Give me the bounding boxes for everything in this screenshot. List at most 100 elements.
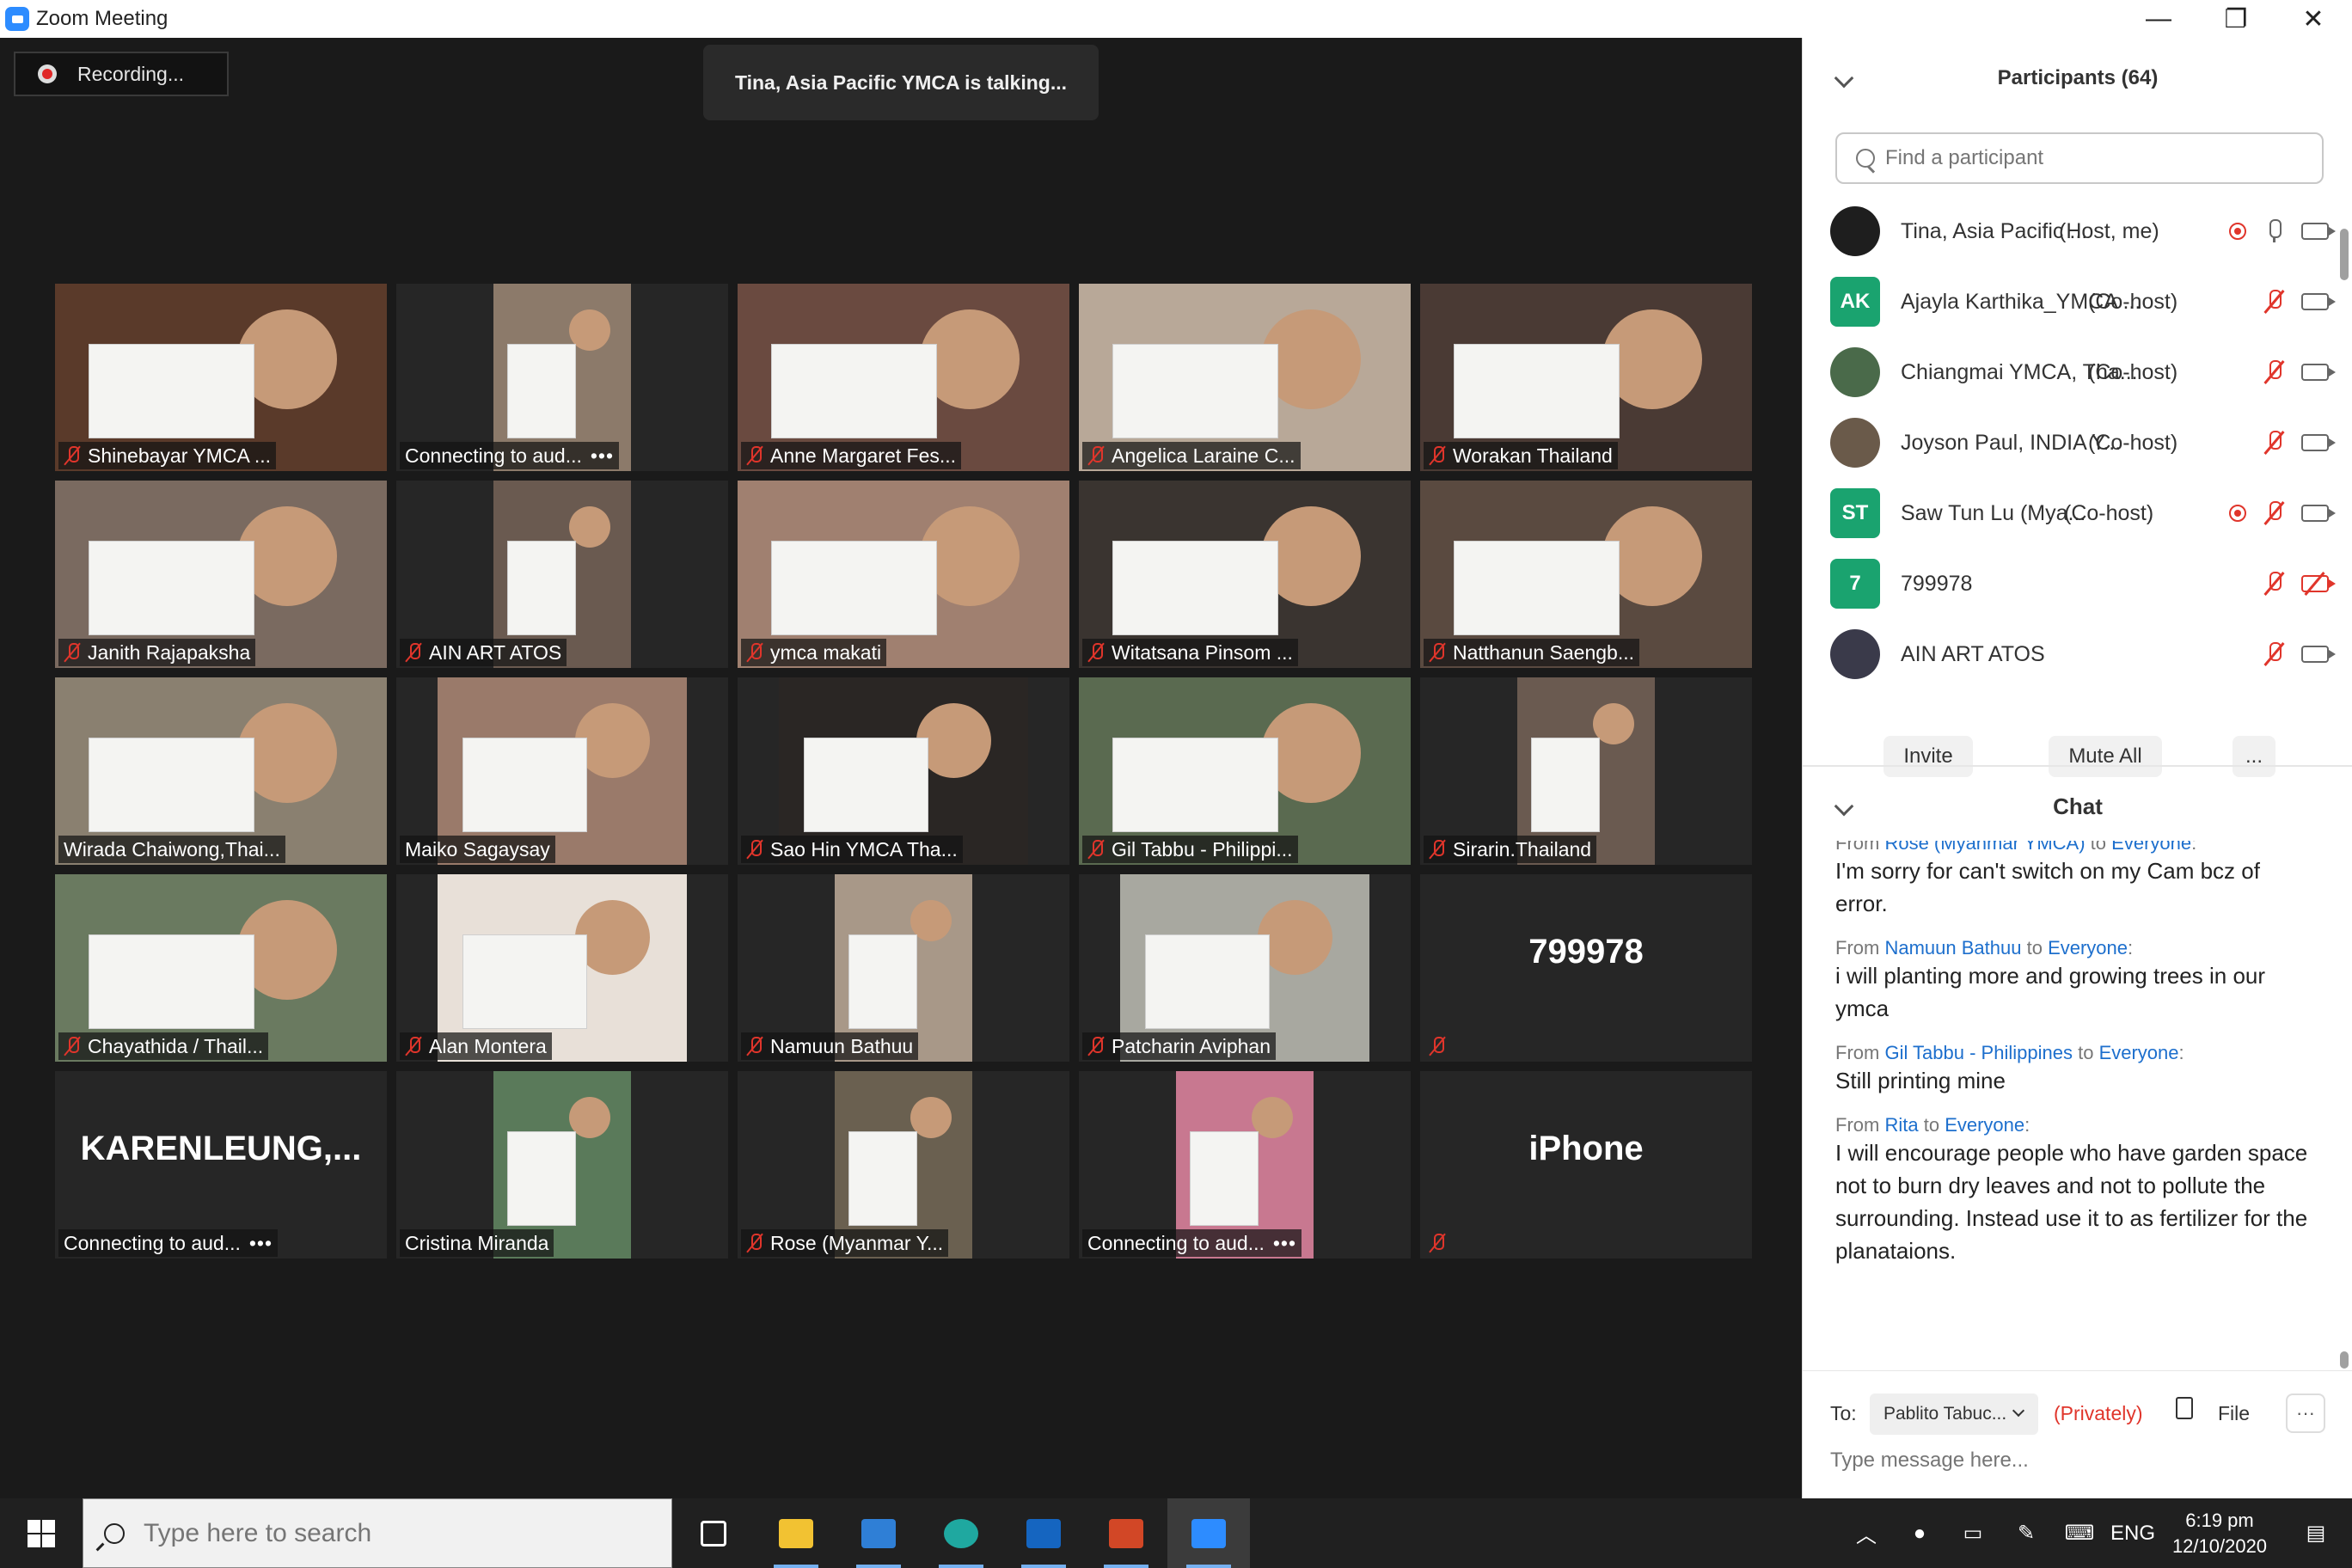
zoom-icon[interactable] bbox=[1167, 1498, 1250, 1568]
clock-time: 6:19 pm bbox=[2185, 1509, 2254, 1531]
video-tile[interactable]: Maiko Sagaysay bbox=[396, 677, 728, 865]
participant-row[interactable]: AIN ART ATOS bbox=[1803, 619, 2352, 689]
video-tile[interactable]: iPhone bbox=[1420, 1071, 1752, 1259]
video-tile[interactable]: Angelica Laraine C... bbox=[1079, 284, 1411, 471]
video-tile[interactable]: Sao Hin YMCA Tha... bbox=[738, 677, 1069, 865]
video-tile[interactable]: KARENLEUNG,... Connecting to aud... ••• bbox=[55, 1071, 387, 1259]
chat-recipient[interactable]: Everyone bbox=[2099, 1042, 2179, 1063]
pledge-paper bbox=[89, 934, 254, 1029]
video-tile[interactable]: Chayathida / Thail... bbox=[55, 874, 387, 1062]
camera-off-icon[interactable] bbox=[2301, 575, 2336, 592]
keyboard-icon[interactable]: ⌨ bbox=[2053, 1498, 2106, 1568]
chat-collapse-chevron-icon[interactable] bbox=[1834, 796, 1854, 817]
video-tile[interactable]: ymca makati bbox=[738, 481, 1069, 668]
participant-row-name: AIN ART ATOS bbox=[1901, 641, 2045, 666]
muted-mic-icon[interactable] bbox=[2265, 642, 2282, 666]
chat-scrollbar[interactable] bbox=[2340, 841, 2349, 1369]
video-tile[interactable]: Shinebayar YMCA ... bbox=[55, 284, 387, 471]
chat-sender[interactable]: Rose (Myanmar YMCA) bbox=[1884, 841, 2085, 854]
video-tile[interactable]: Patcharin Aviphan bbox=[1079, 874, 1411, 1062]
recording-indicator[interactable]: Recording... bbox=[14, 52, 229, 96]
participant-display-name: iPhone bbox=[1528, 1130, 1644, 1167]
mic-icon[interactable] bbox=[2265, 219, 2282, 243]
camera-icon[interactable] bbox=[2301, 223, 2336, 240]
chat-message-header: From Rita to Everyone: bbox=[1835, 1114, 2030, 1136]
muted-mic-icon[interactable] bbox=[2265, 501, 2282, 525]
video-tile[interactable]: Natthanun Saengb... bbox=[1420, 481, 1752, 668]
participant-row[interactable]: 7 799978 bbox=[1803, 548, 2352, 619]
microphone-icon[interactable]: ● bbox=[1893, 1498, 1946, 1568]
minimize-button[interactable]: — bbox=[2120, 0, 2197, 38]
video-tile[interactable]: Worakan Thailand bbox=[1420, 284, 1752, 471]
tile-name-label: Janith Rajapaksha bbox=[58, 639, 256, 666]
participant-row[interactable]: AK Ajayla Karthika_YMCA ... (Co-host) bbox=[1803, 266, 2352, 337]
taskbar-search[interactable] bbox=[83, 1498, 672, 1568]
tile-name-label: Patcharin Aviphan bbox=[1082, 1032, 1276, 1060]
tray-expand-chevron-icon[interactable]: ︿ bbox=[1840, 1498, 1893, 1568]
chat-recipient[interactable]: Everyone bbox=[2111, 841, 2191, 854]
muted-mic-icon[interactable] bbox=[2265, 431, 2282, 455]
scrollbar-thumb[interactable] bbox=[2340, 229, 2349, 280]
taskbar-search-input[interactable] bbox=[144, 1518, 625, 1548]
powerpoint-icon[interactable] bbox=[1085, 1498, 1167, 1568]
participant-row[interactable]: ST Saw Tun Lu (Mya... (Co-host) bbox=[1803, 478, 2352, 548]
mail-icon[interactable] bbox=[837, 1498, 920, 1568]
file-button[interactable]: File bbox=[2218, 1402, 2250, 1425]
muted-mic-icon[interactable] bbox=[2265, 360, 2282, 384]
camera-icon[interactable] bbox=[2301, 646, 2336, 663]
video-tile[interactable]: Alan Montera bbox=[396, 874, 728, 1062]
chat-more-button[interactable]: ··· bbox=[2286, 1393, 2325, 1433]
participants-scrollbar[interactable] bbox=[2340, 187, 2349, 762]
chat-scrollbar-thumb[interactable] bbox=[2340, 1351, 2349, 1369]
video-tile[interactable]: Wirada Chaiwong,Thai... bbox=[55, 677, 387, 865]
video-tile[interactable]: 799978 bbox=[1420, 874, 1752, 1062]
pledge-paper bbox=[1112, 344, 1278, 438]
chat-recipient[interactable]: Everyone bbox=[2048, 937, 2128, 959]
chat-message-input[interactable] bbox=[1830, 1449, 2329, 1473]
start-button[interactable] bbox=[0, 1498, 83, 1568]
chat-sender[interactable]: Namuun Bathuu bbox=[1884, 937, 2021, 959]
participant-row[interactable]: Chiangmai YMCA, Tha... (Co-host) bbox=[1803, 337, 2352, 407]
muted-mic-icon[interactable] bbox=[2265, 572, 2282, 596]
video-tile[interactable]: AIN ART ATOS bbox=[396, 481, 728, 668]
collapse-chevron-icon[interactable] bbox=[1834, 68, 1854, 89]
muted-mic-icon[interactable] bbox=[2265, 290, 2282, 314]
chat-sender[interactable]: Rita bbox=[1884, 1114, 1918, 1136]
close-button[interactable]: ✕ bbox=[2275, 0, 2352, 38]
task-view-icon[interactable] bbox=[672, 1498, 755, 1568]
pen-icon[interactable]: ✎ bbox=[2000, 1498, 2053, 1568]
tile-name-label: Sao Hin YMCA Tha... bbox=[741, 836, 963, 863]
file-explorer-icon[interactable] bbox=[755, 1498, 837, 1568]
video-tile[interactable]: Janith Rajapaksha bbox=[55, 481, 387, 668]
network-icon[interactable]: ▭ bbox=[1946, 1498, 2000, 1568]
muted-mic-icon bbox=[1429, 642, 1446, 663]
recipient-select[interactable]: Pablito Tabuc... bbox=[1870, 1393, 2038, 1435]
participant-search-input[interactable] bbox=[1885, 146, 2298, 170]
camera-icon[interactable] bbox=[2301, 293, 2336, 310]
edge-icon[interactable] bbox=[920, 1498, 1002, 1568]
outlook-icon[interactable] bbox=[1002, 1498, 1085, 1568]
file-icon[interactable] bbox=[2176, 1397, 2193, 1419]
video-tile[interactable]: Connecting to aud... ••• bbox=[396, 284, 728, 471]
chat-recipient[interactable]: Everyone bbox=[1945, 1114, 2024, 1136]
video-tile[interactable]: Sirarin.Thailand bbox=[1420, 677, 1752, 865]
video-tile[interactable]: Witatsana Pinsom ... bbox=[1079, 481, 1411, 668]
language-indicator[interactable]: ENG bbox=[2106, 1498, 2159, 1568]
restore-button[interactable]: ❐ bbox=[2197, 0, 2275, 38]
video-tile[interactable]: Connecting to aud... ••• bbox=[1079, 1071, 1411, 1259]
participant-row[interactable]: Tina, Asia Pacific ... (Host, me) bbox=[1803, 196, 2352, 266]
video-tile[interactable]: Cristina Miranda bbox=[396, 1071, 728, 1259]
clock[interactable]: 6:19 pm 12/10/2020 bbox=[2159, 1508, 2280, 1559]
taskbar-search-icon bbox=[104, 1522, 125, 1544]
video-tile[interactable]: Namuun Bathuu bbox=[738, 874, 1069, 1062]
participant-row[interactable]: Joyson Paul, INDIA Y... (Co-host) bbox=[1803, 407, 2352, 478]
video-tile[interactable]: Gil Tabbu - Philippi... bbox=[1079, 677, 1411, 865]
camera-icon[interactable] bbox=[2301, 434, 2336, 451]
camera-icon[interactable] bbox=[2301, 505, 2336, 522]
camera-icon[interactable] bbox=[2301, 364, 2336, 381]
notifications-icon[interactable]: ▤ bbox=[2280, 1498, 2352, 1568]
video-tile[interactable]: Anne Margaret Fes... bbox=[738, 284, 1069, 471]
video-tile[interactable]: Rose (Myanmar Y... bbox=[738, 1071, 1069, 1259]
chat-sender[interactable]: Gil Tabbu - Philippines bbox=[1884, 1042, 2073, 1063]
participant-search[interactable] bbox=[1835, 132, 2324, 184]
